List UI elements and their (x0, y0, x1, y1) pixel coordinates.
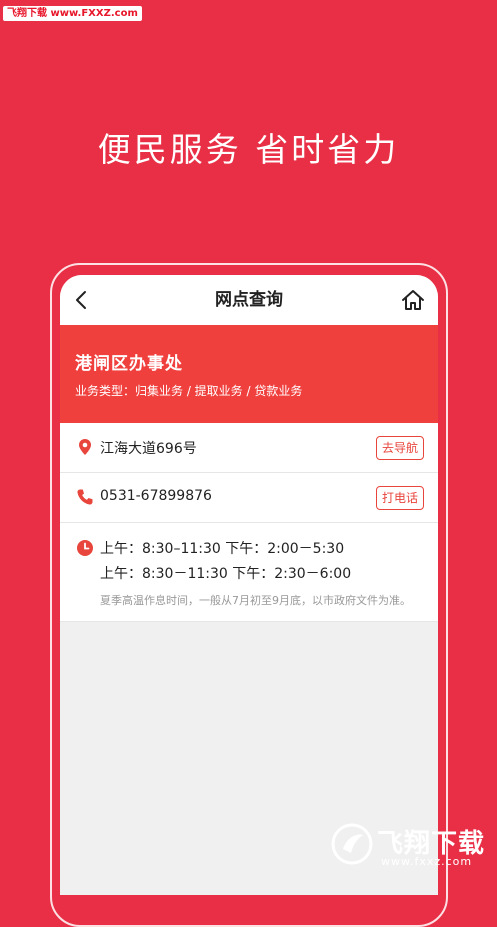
phone-icon (77, 489, 93, 505)
hours-row: 上午：8:30–11:30 下午：2:00－5:30 上午：8:30－11:30… (60, 523, 438, 622)
hours-line-2: 上午：8:30－11:30 下午：2:30－6:00 (100, 566, 352, 582)
phone-screen: 网点查询 港闸区办事处 业务类型：归集业务 / 提取业务 / 贷款业务 江海大道… (60, 275, 438, 895)
address-text: 江海大道696号 (100, 441, 197, 457)
call-button[interactable]: 打电话 (375, 486, 424, 510)
office-name: 港闸区办事处 (75, 354, 183, 374)
office-header: 港闸区办事处 业务类型：归集业务 / 提取业务 / 贷款业务 (60, 325, 438, 423)
phone-row: 0531-67899876 打电话 (60, 473, 438, 523)
phone-number: 0531-67899876 (100, 488, 212, 504)
home-icon[interactable] (400, 287, 426, 313)
navigate-button[interactable]: 去导航 (375, 436, 424, 460)
location-pin-icon (79, 439, 91, 455)
watermark-top: 飞翔下载 www.FXXZ.com (3, 6, 142, 21)
watermark-logo-icon (331, 823, 373, 865)
address-row: 江海大道696号 去导航 (60, 423, 438, 473)
business-types: 业务类型：归集业务 / 提取业务 / 贷款业务 (75, 384, 303, 398)
slogan: 便民服务 省时省力 (97, 130, 400, 169)
info-list: 江海大道696号 去导航 0531-67899876 打电话 上午：8:30–1… (60, 423, 438, 622)
clock-icon (77, 540, 93, 556)
hours-note: 夏季高温作息时间，一般从7月初至9月底，以市政府文件为准。 (100, 594, 411, 607)
watermark-bottom: 飞翔下载 www.fxxz.com (331, 821, 491, 873)
page-title: 网点查询 (215, 290, 283, 310)
watermark-url: www.fxxz.com (381, 855, 473, 868)
nav-bar: 网点查询 (60, 275, 438, 325)
hours-line-1: 上午：8:30–11:30 下午：2:00－5:30 (100, 541, 345, 557)
